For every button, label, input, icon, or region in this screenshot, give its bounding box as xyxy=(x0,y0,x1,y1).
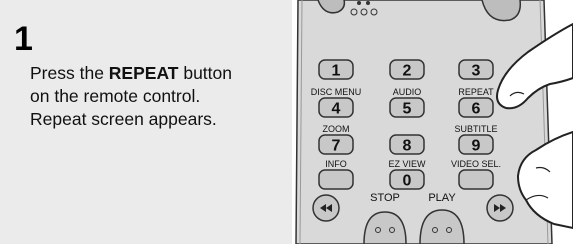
remote-button-number: 7 xyxy=(332,138,341,155)
remote-control-drawing: 1 2 3 DISC MENU 4 AUDIO 5 REPEAT 6 ZOOM 7 8 SUBTITLE… xyxy=(292,0,573,244)
remote-button-number: 8 xyxy=(403,138,412,155)
rewind-button[interactable] xyxy=(312,194,340,222)
remote-control-illustration: 1 2 3 DISC MENU 4 AUDIO 5 REPEAT 6 ZOOM 7 8 SUBTITLE… xyxy=(292,0,573,244)
remote-button-label: REPEAT xyxy=(458,87,494,97)
step-number: 1 xyxy=(14,20,33,58)
fast-forward-button[interactable] xyxy=(486,194,514,222)
remote-button-label: AUDIO xyxy=(393,87,422,97)
stop-label: STOP xyxy=(370,192,400,204)
remote-button-number: 1 xyxy=(332,63,341,80)
remote-button-label: DISC MENU xyxy=(311,87,362,97)
remote-button-6[interactable]: REPEAT 6 xyxy=(458,87,494,118)
remote-button-label: EZ VIEW xyxy=(388,159,426,169)
remote-button-2[interactable]: 2 xyxy=(389,59,425,80)
remote-button-7[interactable]: ZOOM 7 xyxy=(318,124,354,155)
remote-button-number: 9 xyxy=(472,138,481,155)
remote-button-9[interactable]: SUBTITLE 9 xyxy=(454,124,498,155)
remote-button-label: SUBTITLE xyxy=(454,124,497,134)
remote-button-number: 5 xyxy=(403,101,412,118)
remote-button-0[interactable]: EZ VIEW 0 xyxy=(388,159,426,190)
play-label: PLAY xyxy=(428,192,456,204)
remote-button-number: 0 xyxy=(403,173,412,190)
remote-button-number: 4 xyxy=(332,101,341,118)
remote-button-3[interactable]: 3 xyxy=(458,59,494,80)
repeat-keyword: REPEAT xyxy=(108,63,179,83)
instruction-line-1-post: button xyxy=(178,63,233,83)
remote-button-8[interactable]: 8 xyxy=(389,134,425,155)
instruction-line-1-pre: Press the xyxy=(30,63,109,83)
remote-button-number: 6 xyxy=(472,101,481,118)
instruction-text: Press the REPEAT button on the remote co… xyxy=(30,62,270,131)
remote-button-label: VIDEO SEL. xyxy=(451,159,501,169)
remote-button-label: INFO xyxy=(325,159,347,169)
instruction-line-2: on the remote control. xyxy=(30,86,201,106)
remote-button-label: ZOOM xyxy=(323,124,350,134)
remote-button-5[interactable]: AUDIO 5 xyxy=(389,87,425,118)
instruction-line-3: Repeat screen appears. xyxy=(30,109,217,129)
remote-button-number: 2 xyxy=(403,63,412,80)
instruction-line-1: Press the REPEAT button xyxy=(30,62,270,85)
remote-button-1[interactable]: 1 xyxy=(318,59,354,80)
remote-button-number: 3 xyxy=(472,63,481,80)
